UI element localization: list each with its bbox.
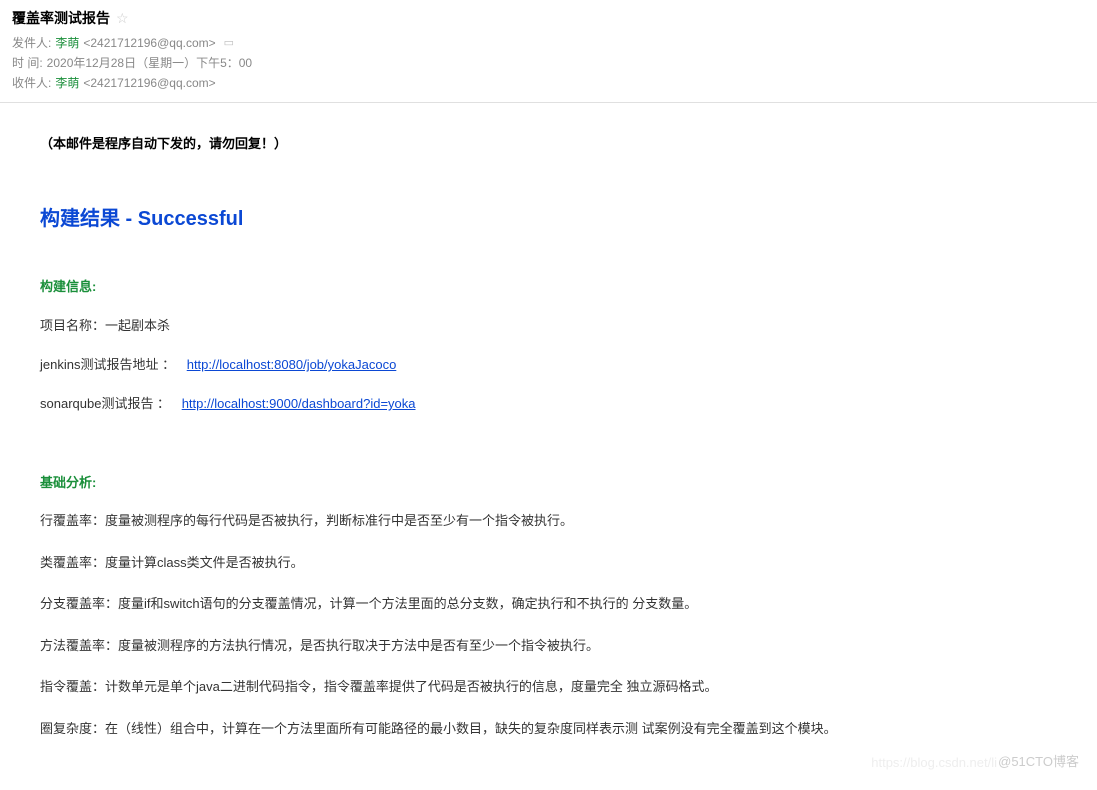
auto-notice: （本邮件是程序自动下发的，请勿回复！） [40, 133, 1057, 152]
time-value: 2020年12月28日（星期一）下午5：00 [47, 54, 252, 71]
time-line: 时 间: 2020年12月28日（星期一）下午5：00 [12, 54, 1085, 71]
sonar-label: sonarqube测试报告 ： [40, 396, 170, 411]
analysis-title: 基础分析: [40, 472, 1057, 491]
to-label: 收件人: [12, 74, 51, 91]
analysis-row: 行覆盖率：度量被测程序的每行代码是否被执行，判断标准行中是否至少有一个指令被执行… [40, 511, 1057, 531]
sonar-link[interactable]: http://localhost:9000/dashboard?id=yoka [182, 396, 416, 411]
email-header: 覆盖率测试报告 ☆ 发件人: 李萌 <2421712196@qq.com> ▭ … [0, 0, 1097, 103]
from-name[interactable]: 李萌 [55, 34, 79, 51]
email-subject: 覆盖率测试报告 [12, 8, 110, 28]
analysis-row: 分支覆盖率：度量if和switch语句的分支覆盖情况，计算一个方法里面的总分支数… [40, 594, 1057, 614]
star-icon[interactable]: ☆ [116, 10, 129, 27]
analysis-row: 圈复杂度：在（线性）组合中，计算在一个方法里面所有可能路径的最小数目，缺失的复杂… [40, 719, 1057, 739]
contact-card-icon[interactable]: ▭ [224, 36, 234, 49]
from-label: 发件人: [12, 34, 51, 51]
to-name[interactable]: 李萌 [55, 74, 79, 91]
analysis-row: 类覆盖率：度量计算class类文件是否被执行。 [40, 553, 1057, 573]
jenkins-link[interactable]: http://localhost:8080/job/yokaJacoco [187, 357, 397, 372]
build-result-heading: 构建结果 - Successful [40, 202, 1057, 231]
from-email: <2421712196@qq.com> [83, 36, 215, 50]
to-email: <2421712196@qq.com> [83, 76, 215, 90]
jenkins-label: jenkins测试报告地址 ： [40, 357, 175, 372]
from-line: 发件人: 李萌 <2421712196@qq.com> ▭ [12, 34, 1085, 51]
jenkins-line: jenkins测试报告地址 ： http://localhost:8080/jo… [40, 354, 1057, 373]
analysis-row: 指令覆盖：计数单元是单个java二进制代码指令，指令覆盖率提供了代码是否被执行的… [40, 677, 1057, 697]
build-info-title: 构建信息: [40, 276, 1057, 295]
sonar-line: sonarqube测试报告 ： http://localhost:9000/da… [40, 393, 1057, 412]
analysis-row: 方法覆盖率：度量被测程序的方法执行情况，是否执行取决于方法中是否有至少一个指令被… [40, 636, 1057, 656]
subject-line: 覆盖率测试报告 ☆ [12, 8, 1085, 28]
to-line: 收件人: 李萌 <2421712196@qq.com> [12, 74, 1085, 91]
email-body: （本邮件是程序自动下发的，请勿回复！） 构建结果 - Successful 构建… [0, 103, 1097, 790]
time-label: 时 间: [12, 54, 43, 71]
project-name: 项目名称：一起剧本杀 [40, 315, 1057, 334]
